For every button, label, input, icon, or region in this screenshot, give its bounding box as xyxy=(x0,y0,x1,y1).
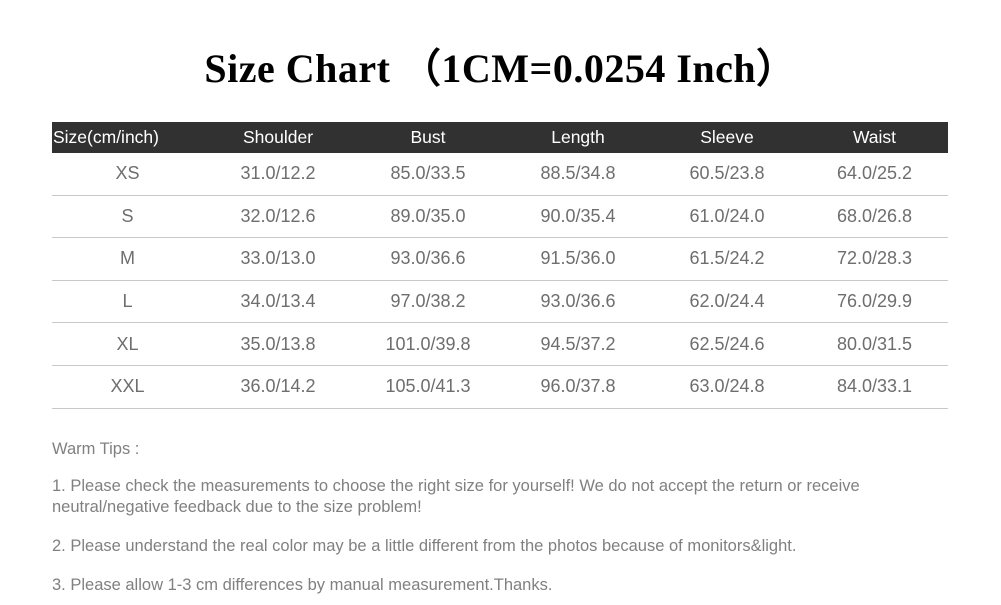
cell-length: 96.0/37.8 xyxy=(503,365,653,409)
cell-size: L xyxy=(52,280,203,324)
cell-sleeve: 60.5/23.8 xyxy=(653,153,801,196)
cell-bust: 89.0/35.0 xyxy=(353,195,503,239)
warm-tips-heading: Warm Tips : xyxy=(52,440,140,458)
cell-length: 93.0/36.6 xyxy=(503,280,653,324)
cell-length: 90.0/35.4 xyxy=(503,195,653,239)
cell-sleeve: 61.0/24.0 xyxy=(653,195,801,239)
cell-size: XS xyxy=(52,153,203,196)
size-chart-page: Size Chart （1CM=0.0254 Inch） Size(cm/inc… xyxy=(0,0,1001,605)
column-header-length: Length xyxy=(503,122,653,153)
table-row: XXL 36.0/14.2 105.0/41.3 96.0/37.8 63.0/… xyxy=(52,365,948,409)
column-header-waist: Waist xyxy=(801,122,948,153)
cell-sleeve: 62.5/24.6 xyxy=(653,322,801,366)
cell-sleeve: 63.0/24.8 xyxy=(653,365,801,409)
cell-waist: 68.0/26.8 xyxy=(801,195,948,239)
cell-shoulder: 35.0/13.8 xyxy=(203,322,353,366)
cell-waist: 72.0/28.3 xyxy=(801,237,948,281)
column-header-shoulder: Shoulder xyxy=(203,122,353,153)
page-title: Size Chart （1CM=0.0254 Inch） xyxy=(204,46,797,91)
table-row: L 34.0/13.4 97.0/38.2 93.0/36.6 62.0/24.… xyxy=(52,280,948,324)
cell-waist: 64.0/25.2 xyxy=(801,153,948,196)
table-row: S 32.0/12.6 89.0/35.0 90.0/35.4 61.0/24.… xyxy=(52,195,948,239)
warm-tip-item-3: 3. Please allow 1-3 cm differences by ma… xyxy=(52,576,553,594)
table-row: XL 35.0/13.8 101.0/39.8 94.5/37.2 62.5/2… xyxy=(52,322,948,366)
table-body: XS 31.0/12.2 85.0/33.5 88.5/34.8 60.5/23… xyxy=(52,153,948,409)
cell-shoulder: 31.0/12.2 xyxy=(203,153,353,196)
cell-size: S xyxy=(52,195,203,239)
cell-bust: 85.0/33.5 xyxy=(353,153,503,196)
cell-waist: 76.0/29.9 xyxy=(801,280,948,324)
cell-bust: 97.0/38.2 xyxy=(353,280,503,324)
size-chart-table: Size(cm/inch) Shoulder Bust Length Sleev… xyxy=(52,122,948,409)
size-chart-table-container: Size(cm/inch) Shoulder Bust Length Sleev… xyxy=(52,122,948,409)
cell-bust: 105.0/41.3 xyxy=(353,365,503,409)
cell-shoulder: 33.0/13.0 xyxy=(203,237,353,281)
cell-length: 88.5/34.8 xyxy=(503,153,653,196)
cell-bust: 101.0/39.8 xyxy=(353,322,503,366)
cell-sleeve: 61.5/24.2 xyxy=(653,237,801,281)
cell-sleeve: 62.0/24.4 xyxy=(653,280,801,324)
cell-shoulder: 36.0/14.2 xyxy=(203,365,353,409)
column-header-bust: Bust xyxy=(353,122,503,153)
cell-waist: 84.0/33.1 xyxy=(801,365,948,409)
cell-waist: 80.0/31.5 xyxy=(801,322,948,366)
table-header: Size(cm/inch) Shoulder Bust Length Sleev… xyxy=(52,122,948,153)
table-header-row: Size(cm/inch) Shoulder Bust Length Sleev… xyxy=(52,122,948,153)
cell-bust: 93.0/36.6 xyxy=(353,237,503,281)
table-row: M 33.0/13.0 93.0/36.6 91.5/36.0 61.5/24.… xyxy=(52,237,948,281)
cell-length: 94.5/37.2 xyxy=(503,322,653,366)
column-header-sleeve: Sleeve xyxy=(653,122,801,153)
cell-length: 91.5/36.0 xyxy=(503,237,653,281)
warm-tip-item-1: 1. Please check the measurements to choo… xyxy=(52,477,860,516)
cell-shoulder: 32.0/12.6 xyxy=(203,195,353,239)
cell-size: M xyxy=(52,237,203,281)
warm-tips-section: Warm Tips : 1. Please check the measurem… xyxy=(52,440,948,596)
column-header-size: Size(cm/inch) xyxy=(52,122,203,153)
cell-size: XL xyxy=(52,322,203,366)
warm-tip-item-2: 2. Please understand the real color may … xyxy=(52,537,797,555)
cell-size: XXL xyxy=(52,365,203,409)
cell-shoulder: 34.0/13.4 xyxy=(203,280,353,324)
table-row: XS 31.0/12.2 85.0/33.5 88.5/34.8 60.5/23… xyxy=(52,153,948,196)
